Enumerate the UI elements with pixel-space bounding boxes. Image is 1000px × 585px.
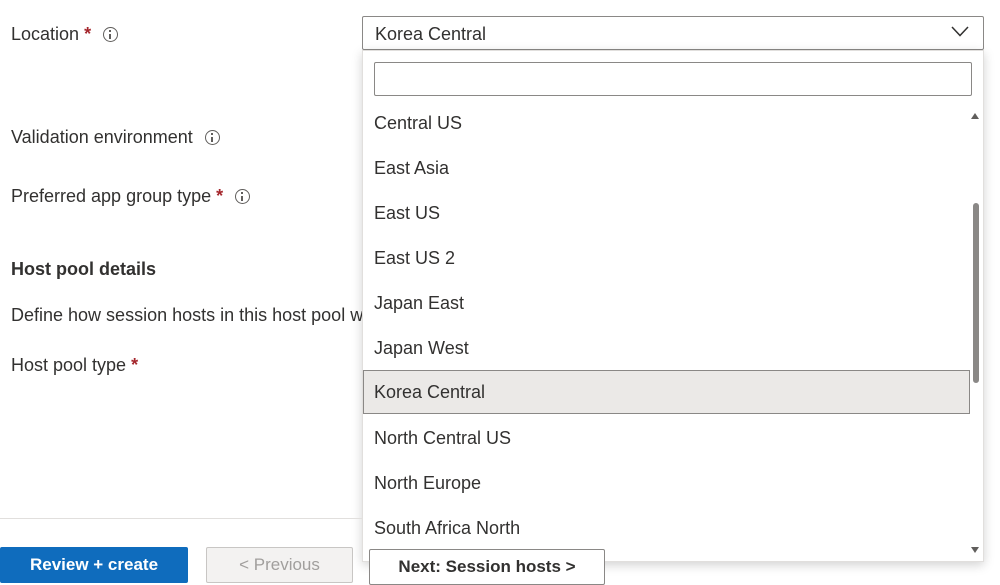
scroll-down-arrow-icon[interactable]	[971, 547, 979, 553]
location-option[interactable]: East US 2	[363, 236, 970, 280]
host-pool-type-label-text: Host pool type	[11, 355, 127, 375]
validation-environment-label-text: Validation environment	[11, 127, 193, 147]
host-pool-type-label: Host pool type *	[11, 355, 138, 376]
app-group-type-label-text: Preferred app group type	[11, 186, 212, 206]
location-label: Location *	[11, 24, 119, 45]
location-filter-input[interactable]	[374, 62, 972, 96]
previous-button[interactable]: < Previous	[206, 547, 353, 583]
info-icon[interactable]	[204, 130, 220, 145]
location-option[interactable]: South Africa North	[363, 506, 970, 550]
footer-divider	[0, 518, 362, 519]
review-create-button[interactable]: Review + create	[0, 547, 188, 583]
location-option[interactable]: North Central US	[363, 416, 970, 460]
next-session-hosts-button[interactable]: Next: Session hosts >	[369, 549, 605, 585]
location-label-text: Location	[11, 24, 80, 44]
location-option[interactable]: Japan West	[363, 326, 970, 370]
location-select-value: Korea Central	[375, 24, 487, 44]
required-asterisk: *	[131, 355, 139, 375]
location-option[interactable]: East Asia	[363, 146, 970, 190]
required-asterisk: *	[216, 186, 224, 206]
location-dropdown: Central US East Asia East US East US 2 J…	[362, 50, 984, 562]
location-option-selected[interactable]: Korea Central	[363, 370, 970, 414]
chevron-down-icon	[951, 26, 969, 37]
info-icon[interactable]	[103, 27, 119, 42]
location-option[interactable]: Japan East	[363, 281, 970, 325]
host-pool-description: Define how session hosts in this host po…	[11, 305, 362, 325]
app-group-type-label: Preferred app group type *	[11, 186, 251, 207]
host-pool-details-heading: Host pool details	[11, 259, 157, 279]
location-option[interactable]: North Europe	[363, 461, 970, 505]
location-select[interactable]: Korea Central	[362, 16, 984, 50]
location-option[interactable]: Central US	[363, 101, 970, 145]
validation-environment-label: Validation environment	[11, 127, 220, 148]
scrollbar-thumb[interactable]	[973, 203, 979, 383]
required-asterisk: *	[84, 24, 92, 44]
info-icon[interactable]	[235, 189, 251, 204]
scroll-up-arrow-icon[interactable]	[971, 113, 979, 119]
location-option[interactable]: East US	[363, 191, 970, 235]
